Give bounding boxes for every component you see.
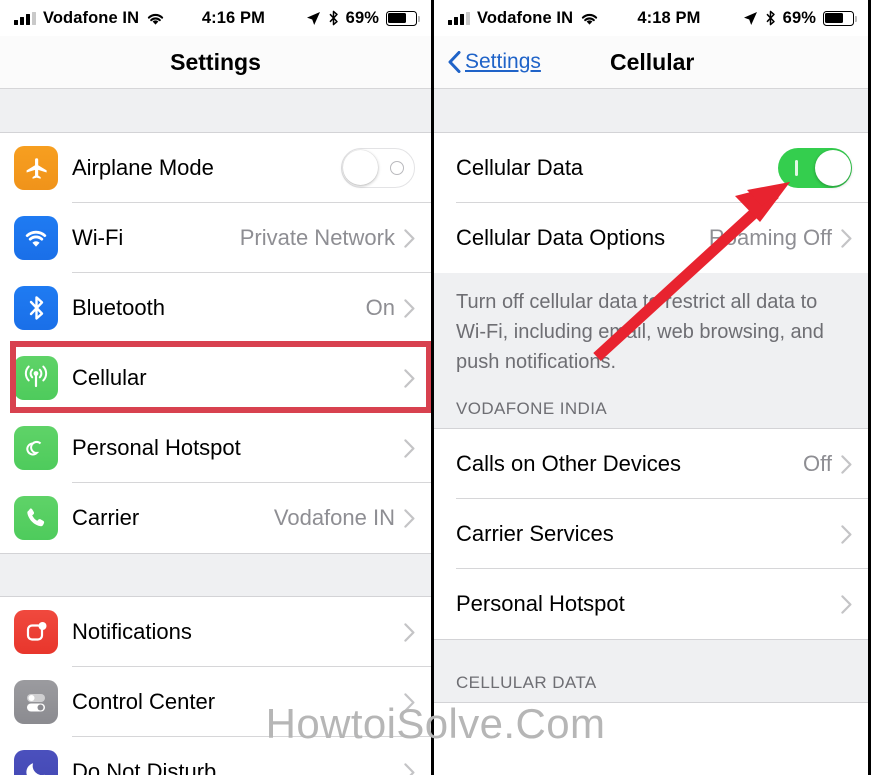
chevron-right-icon: [404, 368, 415, 388]
section-header-cellular-data: CELLULAR DATA: [434, 667, 868, 703]
status-bar-right-group: 69%: [743, 8, 857, 28]
sidebar-item-label: Control Center: [72, 689, 216, 714]
sidebar-item-do-not-disturb[interactable]: Do Not Disturb: [0, 737, 431, 775]
chevron-right-icon: [404, 692, 415, 712]
battery-icon: [823, 10, 857, 26]
status-bar-right: Vodafone IN 4:18 PM 69%: [434, 0, 868, 36]
list-item-label: Carrier Services: [456, 521, 614, 546]
list-gap-top: [0, 89, 431, 133]
list-gap-bottom: [434, 639, 868, 667]
list-item-cellular-data-options[interactable]: Cellular Data Options Roaming Off: [434, 203, 868, 273]
airplane-icon: [14, 146, 58, 190]
section-header-vodafone-india: VODAFONE INDIA: [434, 377, 868, 429]
chevron-right-icon: [404, 762, 415, 775]
list-item-label: Calls on Other Devices: [456, 451, 681, 476]
signal-bars-icon: [14, 11, 36, 25]
bluetooth-icon: [766, 10, 775, 26]
sidebar-item-wifi[interactable]: Wi-Fi Private Network: [0, 203, 431, 273]
list-item-label: Personal Hotspot: [456, 591, 625, 616]
personal-hotspot-icon: [14, 426, 58, 470]
chevron-right-icon: [841, 228, 852, 248]
sidebar-item-cellular[interactable]: Cellular: [0, 343, 431, 413]
carrier-name: Vodafone IN: [477, 8, 574, 27]
location-arrow-icon: [743, 11, 757, 25]
sidebar-item-label: Notifications: [72, 619, 192, 644]
carrier-name: Vodafone IN: [43, 8, 140, 27]
sidebar-item-personal-hotspot[interactable]: Personal Hotspot: [0, 413, 431, 483]
list-item-calls-on-other-devices[interactable]: Calls on Other Devices Off: [434, 429, 868, 499]
sidebar-item-label: Do Not Disturb: [72, 759, 217, 775]
page-title: Cellular: [610, 48, 695, 75]
bluetooth-icon: [329, 10, 338, 26]
sidebar-item-value: Private Network: [239, 225, 395, 250]
chevron-right-icon: [841, 524, 852, 544]
sidebar-item-notifications[interactable]: Notifications: [0, 597, 431, 667]
wifi-icon: [147, 13, 164, 25]
status-bar-left: Vodafone IN 4:16 PM 69%: [0, 0, 431, 36]
nav-bar-cellular: Settings Cellular: [434, 36, 868, 89]
sidebar-item-label: Cellular: [72, 365, 147, 390]
list-item-cellular-data[interactable]: Cellular Data: [434, 133, 868, 203]
notifications-icon: [14, 610, 58, 654]
chevron-right-icon: [841, 454, 852, 474]
page-title: Settings: [170, 48, 261, 75]
sidebar-item-label: Bluetooth: [72, 295, 165, 320]
list-item-carrier-services[interactable]: Carrier Services: [434, 499, 868, 569]
status-bar-left-group: Vodafone IN: [14, 9, 165, 28]
sidebar-item-label: Personal Hotspot: [72, 435, 241, 460]
do-not-disturb-icon: [14, 750, 58, 775]
battery-icon: [386, 10, 420, 26]
list-item-label: Cellular Data: [456, 155, 584, 180]
chevron-right-icon: [404, 622, 415, 642]
list-gap-middle: [0, 553, 431, 597]
sidebar-item-value: On: [365, 295, 395, 320]
nav-bar-settings: Settings: [0, 36, 431, 89]
settings-screen: Vodafone IN 4:16 PM 69% Settings Airplan…: [0, 0, 434, 775]
chevron-left-icon: [448, 51, 461, 73]
chevron-right-icon: [404, 508, 415, 528]
sidebar-item-label: Wi-Fi: [72, 225, 124, 250]
dual-screenshot-container: Vodafone IN 4:16 PM 69% Settings Airplan…: [0, 0, 871, 775]
sidebar-item-carrier[interactable]: Carrier Vodafone IN: [0, 483, 431, 553]
status-bar-time: 4:16 PM: [201, 8, 265, 27]
cellular-data-footer-note: Turn off cellular data to restrict all d…: [434, 273, 868, 377]
battery-percent: 69%: [345, 8, 379, 27]
bluetooth-icon: [14, 286, 58, 330]
battery-percent: 69%: [782, 8, 816, 27]
chevron-right-icon: [404, 298, 415, 318]
list-item-value: Roaming Off: [708, 225, 832, 250]
phone-icon: [14, 496, 58, 540]
sidebar-item-airplane-mode[interactable]: Airplane Mode: [0, 133, 431, 203]
chevron-right-icon: [404, 438, 415, 458]
sidebar-item-label: Carrier: [72, 505, 140, 530]
back-button-label: Settings: [465, 50, 541, 73]
sidebar-item-bluetooth[interactable]: Bluetooth On: [0, 273, 431, 343]
sidebar-item-value: Vodafone IN: [273, 505, 395, 530]
cellular-antenna-icon: [14, 356, 58, 400]
signal-bars-icon: [448, 11, 470, 25]
list-item-label: Cellular Data Options: [456, 225, 666, 250]
list-item-personal-hotspot[interactable]: Personal Hotspot: [434, 569, 868, 639]
chevron-right-icon: [404, 228, 415, 248]
list-gap-top: [434, 89, 868, 133]
status-bar-right-group: 69%: [306, 8, 420, 28]
control-center-icon: [14, 680, 58, 724]
wifi-icon: [581, 13, 598, 25]
airplane-mode-toggle[interactable]: [341, 148, 415, 188]
wifi-icon: [14, 216, 58, 260]
status-bar-time: 4:18 PM: [637, 8, 701, 27]
cellular-data-toggle[interactable]: [778, 148, 852, 188]
sidebar-item-label: Airplane Mode: [72, 155, 214, 180]
cellular-screen: Vodafone IN 4:18 PM 69% Settings Cellula…: [434, 0, 868, 775]
sidebar-item-control-center[interactable]: Control Center: [0, 667, 431, 737]
list-item-value: Off: [803, 451, 832, 476]
chevron-right-icon: [841, 594, 852, 614]
location-arrow-icon: [306, 11, 320, 25]
back-button[interactable]: Settings: [448, 50, 541, 74]
status-bar-left-group: Vodafone IN: [448, 9, 599, 28]
